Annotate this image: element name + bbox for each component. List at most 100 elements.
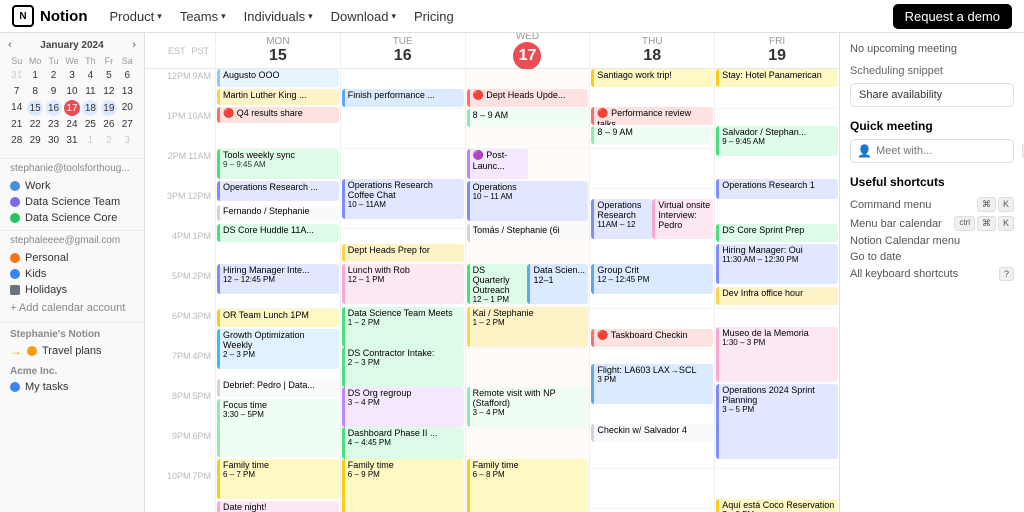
event[interactable]: 🔴 Taskboard Checkin <box>591 329 713 347</box>
event[interactable]: Operations 2024 Sprint Planning3 – 5 PM <box>716 384 838 459</box>
event[interactable]: Operations Research11AM – 12 <box>591 199 652 239</box>
nav-teams[interactable]: Teams ▾ <box>172 5 234 28</box>
event[interactable]: Hiring Manager Inte...12 – 12:45 PM <box>217 264 339 294</box>
cal-day[interactable]: 21 <box>8 117 25 132</box>
cal-day-today[interactable]: 17 <box>64 100 80 116</box>
cal-day[interactable]: 9 <box>45 84 62 99</box>
cal-day[interactable]: 4 <box>82 68 99 83</box>
cal-day[interactable]: 2 <box>100 133 117 148</box>
event[interactable]: Dev Infra office hour <box>716 287 838 305</box>
event[interactable]: Checkin w/ Salvador 4 <box>591 424 713 442</box>
cal-day[interactable]: 15 <box>27 100 43 116</box>
event[interactable]: DS Core Huddle 11A... <box>217 224 339 242</box>
event[interactable]: Family time6 – 7 PM <box>217 459 339 499</box>
nav-download[interactable]: Download ▾ <box>323 5 404 28</box>
event[interactable]: Hiring Manager: Oui11:30 AM – 12:30 PM <box>716 244 838 284</box>
cal-day[interactable]: 2 <box>45 68 62 83</box>
event[interactable]: DS Contractor Intake:2 – 3 PM <box>342 347 464 387</box>
cal-day[interactable]: 24 <box>63 117 80 132</box>
event[interactable]: Fernando / Stephanie <box>217 205 339 221</box>
event[interactable]: Kai / Stephanie1 – 2 PM <box>467 307 589 347</box>
cal-data-science-team[interactable]: Data Science Team <box>0 194 144 210</box>
event[interactable]: Operations Research Coffee Chat10 – 11AM <box>342 179 464 219</box>
day-header-fri[interactable]: Fri 19 <box>714 33 839 69</box>
cal-kids[interactable]: Kids <box>0 266 144 282</box>
cal-holidays[interactable]: Holidays <box>0 282 144 298</box>
event[interactable]: Focus time3:30 – 5PM <box>217 399 339 457</box>
day-header-thu[interactable]: Thu 18 <box>589 33 714 69</box>
cal-day[interactable]: 1 <box>26 68 43 83</box>
cal-day[interactable]: 12 <box>100 84 117 99</box>
event[interactable]: 8 – 9 AM <box>591 126 713 144</box>
nav-individuals[interactable]: Individuals ▾ <box>236 5 321 28</box>
event[interactable]: Group Crit12 – 12:45 PM <box>591 264 713 294</box>
cal-day[interactable]: 19 <box>101 100 117 116</box>
event[interactable]: OR Team Lunch 1PM <box>217 309 339 327</box>
event[interactable]: Finish performance ... <box>342 89 464 107</box>
cal-day[interactable]: 1 <box>82 133 99 148</box>
cal-data-science-core[interactable]: Data Science Core <box>0 210 144 226</box>
day-header-mon[interactable]: Mon 15 <box>215 33 340 69</box>
event[interactable]: Operations Research ... <box>217 181 339 201</box>
cal-personal[interactable]: Personal <box>0 250 144 266</box>
event[interactable]: Dept Heads Prep for <box>342 244 464 262</box>
event[interactable]: Stay: Hotel Panamerican <box>716 69 838 87</box>
meet-with-input[interactable] <box>876 145 1018 157</box>
event[interactable]: Tools weekly sync9 – 9:45 AM <box>217 149 339 179</box>
cal-day[interactable]: 27 <box>119 117 136 132</box>
prev-month-button[interactable]: ‹ <box>8 39 12 51</box>
event[interactable]: Tomás / Stephanie (6i <box>467 224 589 242</box>
cal-day[interactable]: 6 <box>119 68 136 83</box>
cal-day[interactable]: 10 <box>63 84 80 99</box>
event[interactable]: Santiago work trip! <box>591 69 713 87</box>
cal-day[interactable]: 22 <box>26 117 43 132</box>
cal-day[interactable]: 13 <box>119 84 136 99</box>
cal-day[interactable]: 16 <box>46 100 62 116</box>
cal-day[interactable]: 23 <box>45 117 62 132</box>
day-header-wed[interactable]: Wed 17 <box>465 33 590 74</box>
nav-product[interactable]: Product ▾ <box>101 5 169 28</box>
event[interactable]: 🔴 Performance review talks <box>591 107 713 125</box>
cal-day[interactable]: 26 <box>100 117 117 132</box>
request-demo-button[interactable]: Request a demo <box>893 4 1012 29</box>
cal-day[interactable]: 18 <box>82 100 98 116</box>
event[interactable]: Martin Luther King ... <box>217 89 339 105</box>
event[interactable]: Remote visit with NP (Stafford)3 – 4 PM <box>467 387 589 427</box>
event[interactable]: Dashboard Phase II ...4 – 4:45 PM <box>342 427 464 459</box>
event[interactable]: Data Science Team Meets1 – 2 PM <box>342 307 464 347</box>
event[interactable]: Family time6 – 8 PM <box>467 459 589 512</box>
cal-work[interactable]: Work <box>0 178 144 194</box>
notion-travel-plans[interactable]: → Travel plans <box>0 342 144 360</box>
event[interactable]: DS Core Sprint Prep <box>716 224 838 242</box>
cal-day[interactable]: 28 <box>8 133 25 148</box>
event[interactable]: Museo de la Memoria1:30 – 3 PM <box>716 327 838 382</box>
cal-day[interactable]: 3 <box>119 133 136 148</box>
cal-day[interactable]: 31 <box>63 133 80 148</box>
event[interactable]: Data Scien... 12–1 <box>527 264 588 304</box>
notion-my-tasks[interactable]: My tasks <box>0 379 144 395</box>
event[interactable]: Operations Research 1 <box>716 179 838 199</box>
event[interactable]: 🔴 Q4 results share <box>217 107 339 123</box>
day-header-tue[interactable]: Tue 16 <box>340 33 465 69</box>
event[interactable]: 8 – 9 AM <box>467 109 589 127</box>
cal-day[interactable]: 11 <box>82 84 99 99</box>
cal-day[interactable]: 29 <box>26 133 43 148</box>
next-month-button[interactable]: › <box>132 39 136 51</box>
cal-day[interactable]: 8 <box>26 84 43 99</box>
event[interactable]: Virtual onsite Interview: Pedro <box>652 199 713 239</box>
event[interactable]: Operations10 – 11 AM <box>467 181 589 221</box>
cal-day[interactable]: 7 <box>8 84 25 99</box>
event[interactable]: Growth Optimization Weekly2 – 3 PM <box>217 329 339 369</box>
event[interactable]: DS Org regroup3 – 4 PM <box>342 387 464 427</box>
event[interactable]: Augusto OOO <box>217 69 339 87</box>
event[interactable]: Aquí está Coco Reservation7 – 9 PM <box>716 499 838 512</box>
event[interactable]: Debrief: Pedro | Data... <box>217 379 339 397</box>
cal-day[interactable]: 25 <box>82 117 99 132</box>
logo[interactable]: N Notion <box>12 5 87 27</box>
cal-day[interactable]: 31 <box>8 68 25 83</box>
event[interactable]: 🟣 Post-Launc... <box>467 149 528 179</box>
share-availability-button[interactable]: Share availability <box>850 83 1014 107</box>
event[interactable]: Family time6 – 9 PM <box>342 459 464 512</box>
event[interactable]: Date night!7 – 9 PM <box>217 501 339 512</box>
cal-day[interactable]: 14 <box>8 100 25 116</box>
